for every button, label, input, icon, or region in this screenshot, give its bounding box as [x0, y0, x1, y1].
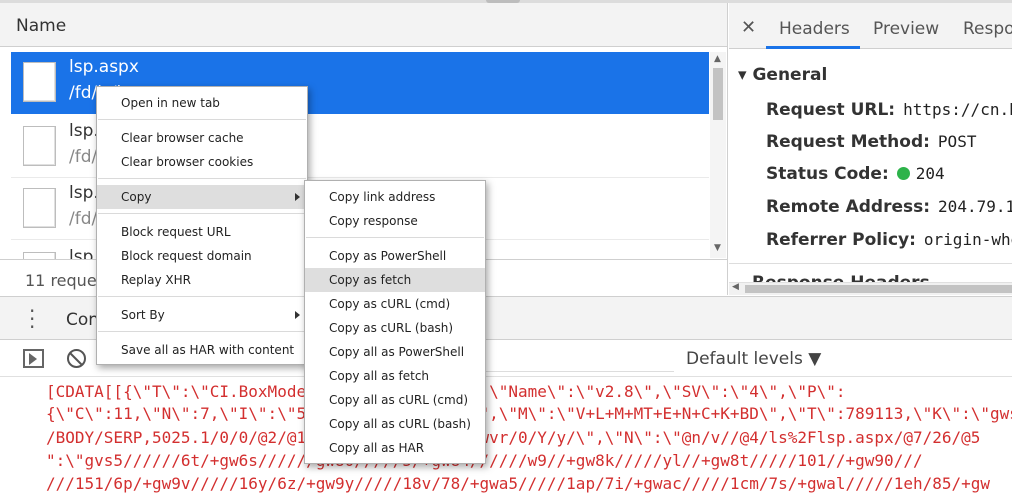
file-icon — [23, 188, 56, 228]
more-vertical-icon[interactable]: · · · — [29, 301, 35, 337]
general-section-title: General — [752, 65, 828, 85]
menu-item-label: Sort By — [121, 308, 165, 322]
menu-item-label: Replay XHR — [121, 273, 191, 287]
name-column-label: Name — [16, 16, 67, 36]
header-key: Referrer Policy: — [766, 230, 916, 250]
menu-item-label: Copy as fetch — [329, 273, 412, 287]
header-key: Remote Address: — [766, 197, 931, 217]
request-context-menu: Open in new tab Clear browser cache Clea… — [96, 86, 308, 365]
request-list-scrollbar[interactable]: ▲ ▼ — [710, 52, 726, 258]
scroll-left-icon[interactable]: ◀ — [732, 282, 739, 292]
menu-item-label: Copy all as HAR — [329, 441, 425, 455]
details-tabbar: ✕ Headers Preview Response — [729, 3, 1012, 49]
menu-separator — [98, 213, 306, 214]
menu-item-save-all-as-har[interactable]: Save all as HAR with content — [97, 338, 307, 362]
menu-item-replay-xhr[interactable]: Replay XHR — [97, 268, 307, 292]
menu-item-block-request-url[interactable]: Block request URL — [97, 220, 307, 244]
console-filter-input[interactable] — [486, 345, 674, 372]
menu-item-label: Copy all as PowerShell — [329, 345, 465, 359]
triangle-down-icon: ▾ — [738, 65, 747, 85]
menu-item-open-in-new-tab[interactable]: Open in new tab — [97, 91, 307, 115]
menu-item-copy-as-powershell[interactable]: Copy as PowerShell — [305, 244, 485, 268]
menu-item-copy-as-curl-bash[interactable]: Copy as cURL (bash) — [305, 316, 485, 340]
scrollbar-thumb[interactable] — [745, 285, 1012, 293]
file-icon — [23, 126, 56, 166]
menu-item-clear-browser-cookies[interactable]: Clear browser cookies — [97, 150, 307, 174]
menu-item-label: Copy all as cURL (cmd) — [329, 393, 468, 407]
close-icon[interactable]: ✕ — [741, 17, 756, 38]
menu-item-copy-all-as-curl-cmd[interactable]: Copy all as cURL (cmd) — [305, 388, 485, 412]
menu-item-copy-link-address[interactable]: Copy link address — [305, 185, 485, 209]
menu-item-copy-all-as-fetch[interactable]: Copy all as fetch — [305, 364, 485, 388]
menu-item-label: Copy as PowerShell — [329, 249, 447, 263]
console-message: {\"C\":11,\"N\":7,\"I\":\"5b2\",\"S\":\"… — [46, 404, 1012, 423]
menu-item-copy-as-fetch[interactable]: Copy as fetch — [305, 268, 485, 292]
menu-item-label: Copy response — [329, 214, 418, 228]
menu-separator — [306, 237, 484, 238]
header-row: Status Code: 204 — [766, 164, 945, 184]
log-levels-dropdown[interactable]: Default levels ▼ — [686, 349, 821, 369]
menu-item-label: Copy all as fetch — [329, 369, 430, 383]
submenu-arrow-icon — [295, 311, 300, 319]
menu-separator — [98, 296, 306, 297]
status-ok-icon — [896, 167, 910, 180]
menu-item-label: Clear browser cache — [121, 131, 244, 145]
header-value: 204 — [915, 164, 945, 183]
sidebar-toggle-icon[interactable] — [23, 349, 44, 368]
header-row: Referrer Policy: origin-when-cross-origin — [766, 230, 1012, 250]
tab-response[interactable]: Response — [963, 19, 1012, 39]
header-value: 204.79.197.200:443 — [938, 197, 1012, 216]
copy-submenu: Copy link address Copy response Copy as … — [304, 180, 486, 464]
menu-item-copy[interactable]: Copy — [97, 185, 307, 209]
menu-item-label: Save all as HAR with content — [121, 343, 295, 357]
menu-item-label: Copy as cURL (cmd) — [329, 297, 451, 311]
active-tab-indicator — [766, 46, 860, 49]
menu-item-label: Clear browser cookies — [121, 155, 254, 169]
menu-item-label: Copy — [121, 190, 152, 204]
request-name: lsp.aspx — [69, 57, 139, 77]
menu-item-copy-response[interactable]: Copy response — [305, 209, 485, 233]
menu-item-copy-all-as-curl-bash[interactable]: Copy all as cURL (bash) — [305, 412, 485, 436]
name-column-header[interactable]: Name — [0, 3, 727, 47]
header-key: Request URL: — [766, 100, 896, 120]
tab-preview[interactable]: Preview — [873, 19, 939, 39]
header-key: Status Code: — [766, 164, 889, 184]
scroll-down-icon[interactable]: ▼ — [714, 243, 721, 253]
details-horizontal-scrollbar[interactable]: ◀ — [729, 282, 1012, 295]
header-key: Request Method: — [766, 132, 930, 152]
section-divider — [729, 263, 1012, 264]
menu-item-label: Block request URL — [121, 225, 231, 239]
header-row: Request URL: https://cn.bing.com/fd/ls/ls… — [766, 100, 1012, 120]
scroll-up-icon[interactable]: ▲ — [714, 54, 721, 64]
header-row: Request Method: POST — [766, 132, 976, 152]
menu-separator — [98, 119, 306, 120]
menu-item-label: Copy all as cURL (bash) — [329, 417, 471, 431]
menu-item-block-request-domain[interactable]: Block request domain — [97, 244, 307, 268]
request-details-pane: ✕ Headers Preview Response ▾ General Req… — [729, 3, 1012, 295]
menu-item-label: Copy as cURL (bash) — [329, 321, 454, 335]
menu-item-label: Open in new tab — [121, 96, 220, 110]
console-output: [CDATA[[{\"T\":\"CI.BoxModel\",\"FID\":\… — [0, 378, 1012, 495]
submenu-arrow-icon — [295, 193, 300, 201]
menu-separator — [98, 331, 306, 332]
file-icon — [23, 62, 56, 102]
menu-item-copy-all-as-powershell[interactable]: Copy all as PowerShell — [305, 340, 485, 364]
console-message: /BODY/SERP,5025.1/0/0/@2/@1/gw8w/0/Y/y/\… — [46, 428, 981, 447]
menu-item-copy-all-as-har[interactable]: Copy all as HAR — [305, 436, 485, 460]
clear-console-icon[interactable] — [67, 349, 86, 368]
header-row: Remote Address: 204.79.197.200:443 — [766, 197, 1012, 217]
menu-item-copy-as-curl-cmd[interactable]: Copy as cURL (cmd) — [305, 292, 485, 316]
header-value: origin-when-cross-origin — [923, 230, 1012, 249]
console-message: ///151/6p/+gw9v/////16y/6z/+gw9y/////18v… — [46, 474, 991, 493]
menu-item-label: Block request domain — [121, 249, 252, 263]
menu-item-label: Copy link address — [329, 190, 436, 204]
menu-separator — [98, 178, 306, 179]
scrollbar-thumb[interactable] — [713, 68, 723, 120]
header-value: POST — [937, 132, 977, 151]
menu-item-sort-by[interactable]: Sort By — [97, 303, 307, 327]
menu-item-clear-browser-cache[interactable]: Clear browser cache — [97, 126, 307, 150]
header-value: https://cn.bing.com/fd/ls/lsp.aspx — [903, 100, 1012, 119]
tab-headers[interactable]: Headers — [779, 19, 850, 39]
general-section-toggle[interactable]: ▾ General — [738, 65, 827, 85]
